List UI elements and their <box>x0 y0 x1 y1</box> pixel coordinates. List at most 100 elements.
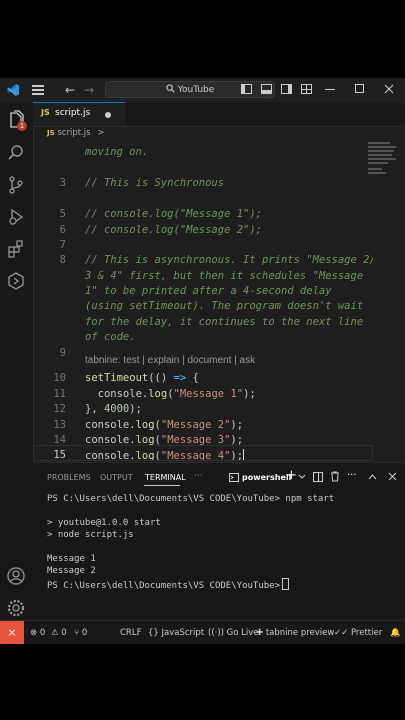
panel-more-icon[interactable]: ··· <box>194 471 203 481</box>
extensions-icon[interactable] <box>6 239 26 259</box>
code-token: "Message 1" <box>173 388 244 400</box>
breadcrumb-file[interactable]: script.js <box>57 128 90 138</box>
more-actions-icon[interactable]: ··· <box>347 470 357 481</box>
golive-label: Go Live <box>226 628 259 638</box>
tabnine-codelens[interactable]: tabnine: test | explain | document | ask <box>85 355 255 366</box>
account-icon[interactable] <box>6 566 26 586</box>
golive-status[interactable]: ((·)) Go Live <box>208 621 259 644</box>
braces-icon: {} <box>148 628 159 638</box>
terminal-text: PS C:\Users\dell\Documents\VS CODE\YouTu… <box>47 581 280 591</box>
remote-indicator-icon[interactable]: ⨯ <box>0 621 24 644</box>
source-control-icon[interactable] <box>6 175 26 195</box>
problems-status[interactable]: ⊗ 0 ⚠ 0 <box>30 621 67 644</box>
line-number: 9 <box>59 347 66 359</box>
code-line[interactable]: for the delay, it continues to the next … <box>85 316 363 328</box>
notifications-bell-icon[interactable]: 🔔 <box>390 621 401 644</box>
ports-status[interactable]: ⑂ 0 <box>74 621 87 644</box>
line-number: 13 <box>53 419 66 431</box>
code-line[interactable]: of code. <box>85 331 136 343</box>
maximize-icon[interactable] <box>355 84 364 93</box>
prettier-label: Prettier <box>350 628 383 638</box>
code-line[interactable]: 3 & 4" first, but then it schedules "Mes… <box>85 270 363 282</box>
minimap[interactable] <box>368 140 400 200</box>
activity-bar: 1 <box>0 102 34 620</box>
code-token: => <box>173 372 187 384</box>
settings-gear-icon[interactable] <box>6 598 26 618</box>
error-icon: ⊗ <box>30 628 38 638</box>
title-bar: ← → YouTube <box>0 78 405 103</box>
chevron-up-icon[interactable] <box>368 473 377 480</box>
code-line[interactable]: // console.log("Message 1"); <box>85 208 262 220</box>
code-token: ); <box>230 419 244 431</box>
new-terminal-icon[interactable]: + <box>286 468 297 483</box>
tab-terminal[interactable]: TERMINAL <box>145 473 186 482</box>
tab-problems[interactable]: PROBLEMS <box>47 473 91 482</box>
split-terminal-icon[interactable] <box>313 472 323 482</box>
tab-script-js[interactable]: JS script.js <box>33 102 125 126</box>
code-line[interactable]: moving on. <box>85 146 148 158</box>
eol-status[interactable]: CRLF <box>120 621 141 644</box>
minimize-icon[interactable] <box>325 89 335 90</box>
language-label: JavaScript <box>161 628 205 638</box>
unsaved-dot-icon[interactable] <box>105 112 111 118</box>
javascript-file-icon: JS <box>41 108 50 117</box>
code-line[interactable]: 1" to be printed after a 4-second delay <box>85 285 332 297</box>
chevron-down-icon[interactable] <box>298 474 306 480</box>
shell-name[interactable]: powershell <box>242 473 291 482</box>
menu-icon[interactable] <box>32 85 44 95</box>
bottom-panel: PROBLEMS OUTPUT TERMINAL ··· powershell … <box>33 462 405 621</box>
code-token: (() <box>148 372 174 384</box>
code-line[interactable]: console.log("Message 2"); <box>85 419 243 431</box>
back-arrow-icon[interactable]: ← <box>65 78 75 102</box>
code-line[interactable]: (using setTimeout). The program doesn't … <box>85 300 363 312</box>
double-check-icon: ✓✓ <box>334 628 349 638</box>
code-editor[interactable]: moving on. 3 // This is Synchronous 5 // con… <box>33 140 373 462</box>
code-token: console. <box>85 388 149 400</box>
terminal-line: > node script.js <box>47 530 134 540</box>
language-status[interactable]: {} JavaScript <box>148 621 204 644</box>
code-line[interactable]: }, 4000); <box>85 403 142 415</box>
terminal-line: > youtube@1.0.0 start <box>47 518 161 528</box>
terminal-text: > youtube@1.0.0 start <box>47 518 161 528</box>
breadcrumb: JS script.js > <box>33 126 405 140</box>
code-line[interactable]: // This is Synchronous <box>85 177 224 189</box>
primary-sidebar-icon[interactable] <box>241 84 252 94</box>
trash-icon[interactable] <box>330 471 340 482</box>
terminal-line: Message 1 <box>47 554 96 564</box>
line-number: 11 <box>53 388 66 400</box>
run-debug-icon[interactable] <box>6 207 26 227</box>
customize-layout-icon[interactable] <box>301 84 312 94</box>
terminal-text: > node script.js <box>47 530 134 540</box>
close-panel-icon[interactable] <box>388 472 397 481</box>
remote-explorer-icon[interactable] <box>6 271 26 291</box>
code-token: log <box>148 388 168 400</box>
code-token: "Message 2" <box>160 419 231 431</box>
terminal-text: Message 2 <box>47 566 96 576</box>
line-number: 10 <box>53 372 66 384</box>
code-line[interactable]: setTimeout(() => { <box>85 372 199 384</box>
line-number: 3 <box>59 177 66 189</box>
search-icon <box>166 84 175 93</box>
ports-count: 0 <box>81 628 88 638</box>
search-icon[interactable] <box>6 143 26 163</box>
secondary-sidebar-icon[interactable] <box>281 84 292 94</box>
tab-output[interactable]: OUTPUT <box>100 473 133 482</box>
panel-icon[interactable] <box>261 84 272 94</box>
ports-icon: ⑂ <box>74 628 80 638</box>
terminal-line: PS C:\Users\dell\Documents\VS CODE\YouTu… <box>47 494 334 504</box>
code-token: console. <box>85 419 136 431</box>
code-token: setTimeout <box>85 372 149 384</box>
current-line-highlight <box>33 445 373 461</box>
close-icon[interactable] <box>384 84 394 94</box>
editor-tabs: JS script.js <box>33 102 405 127</box>
tabnine-status[interactable]: ✚ tabnine preview <box>256 621 334 644</box>
code-line[interactable]: console.log("Message 1"); <box>85 388 256 400</box>
search-text: YouTube <box>177 85 215 95</box>
active-tab-underline <box>144 485 180 486</box>
forward-arrow-icon[interactable]: → <box>84 78 94 102</box>
terminal-text: PS C:\Users\dell\Documents\VS CODE\YouTu… <box>47 494 335 504</box>
code-line[interactable]: // This is asynchronous. It prints "Mess… <box>85 254 373 266</box>
code-line[interactable]: // console.log("Message 2"); <box>85 224 262 236</box>
javascript-file-icon: JS <box>47 129 55 137</box>
prettier-status[interactable]: ✓✓ Prettier <box>334 621 382 644</box>
